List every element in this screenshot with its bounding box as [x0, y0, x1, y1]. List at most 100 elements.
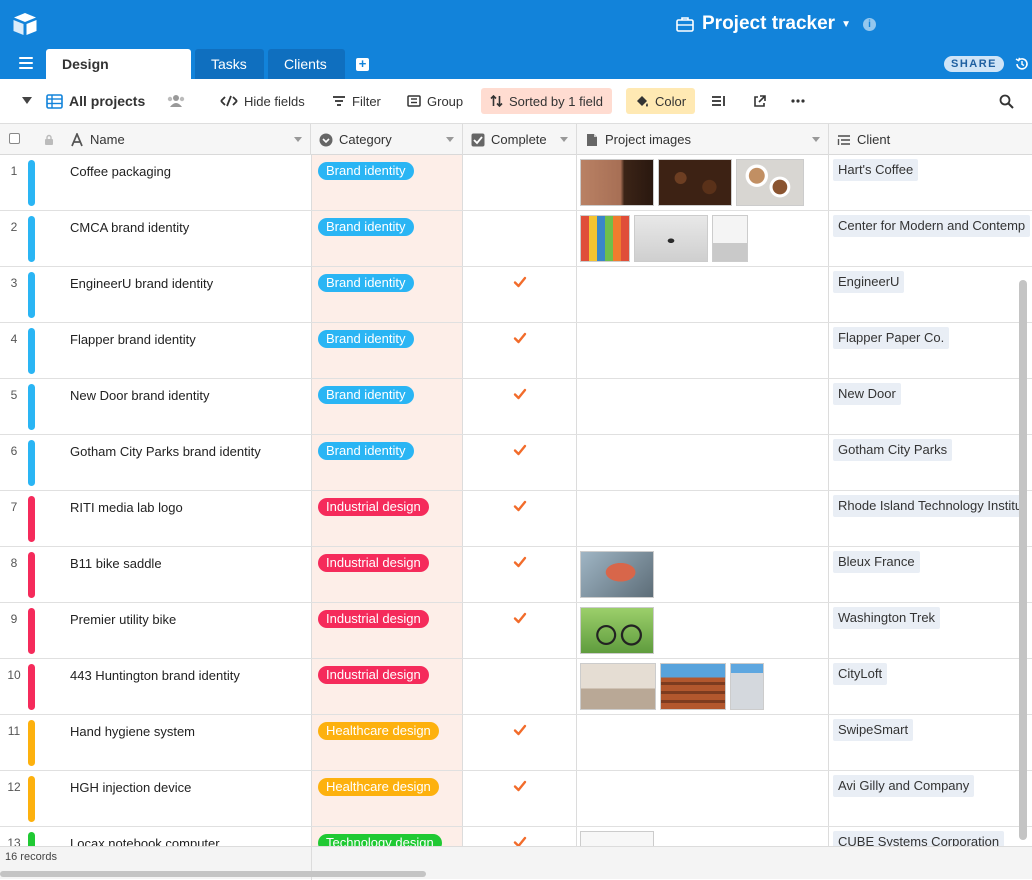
- complete-cell[interactable]: [463, 715, 577, 770]
- complete-cell[interactable]: [463, 827, 577, 846]
- client-link[interactable]: CityLoft: [833, 663, 888, 685]
- images-cell[interactable]: [577, 827, 829, 846]
- category-cell[interactable]: Brand identity: [311, 267, 463, 322]
- name-cell[interactable]: EngineerU brand identity: [70, 276, 213, 291]
- client-link[interactable]: Avi Gilly and Company: [833, 775, 975, 797]
- colorful-building-image[interactable]: [580, 215, 630, 262]
- client-link[interactable]: Center for Modern and Contemp: [833, 215, 1031, 237]
- client-cell[interactable]: Washington Trek: [829, 603, 1032, 658]
- images-cell[interactable]: [577, 323, 829, 378]
- images-cell[interactable]: [577, 491, 829, 546]
- category-cell[interactable]: Technology design: [311, 827, 463, 846]
- images-cell[interactable]: [577, 547, 829, 602]
- more-options-button[interactable]: [785, 88, 817, 114]
- table-row[interactable]: 6 Gotham City Parks brand identity Brand i…: [0, 435, 1032, 491]
- row-height-button[interactable]: [706, 88, 738, 114]
- bike-forest-image[interactable]: [580, 607, 654, 654]
- chevron-down-icon[interactable]: [812, 137, 820, 142]
- images-cell[interactable]: [577, 715, 829, 770]
- table-row[interactable]: 4 Flapper brand identity Brand identity Fla…: [0, 323, 1032, 379]
- images-cell[interactable]: [577, 659, 829, 714]
- client-link[interactable]: Flapper Paper Co.: [833, 327, 950, 349]
- hide-fields-button[interactable]: Hide fields: [214, 88, 311, 114]
- menu-icon[interactable]: [19, 57, 33, 69]
- client-link[interactable]: CUBE Systems Corporation: [833, 831, 1005, 846]
- images-cell[interactable]: [577, 771, 829, 826]
- add-table-icon[interactable]: +: [356, 57, 369, 71]
- airtable-logo-icon[interactable]: [12, 12, 38, 36]
- client-link[interactable]: Hart's Coffee: [833, 159, 919, 181]
- category-cell[interactable]: Brand identity: [311, 323, 463, 378]
- coffee-cups-image[interactable]: [736, 159, 804, 206]
- chevron-down-icon[interactable]: [446, 137, 454, 142]
- images-cell[interactable]: [577, 211, 829, 266]
- color-button[interactable]: Color: [626, 88, 696, 114]
- table-row[interactable]: 13 Locax notebook computer Technology desi…: [0, 827, 1032, 846]
- complete-cell[interactable]: [463, 379, 577, 434]
- filter-button[interactable]: Filter: [326, 88, 387, 114]
- client-cell[interactable]: Bleux France: [829, 547, 1032, 602]
- tower-building-image[interactable]: [730, 663, 764, 710]
- name-cell[interactable]: HGH injection device: [70, 780, 191, 795]
- images-cell[interactable]: [577, 155, 829, 210]
- complete-cell[interactable]: [463, 435, 577, 490]
- gallery-visitor-image[interactable]: [634, 215, 708, 262]
- client-cell[interactable]: New Door: [829, 379, 1032, 434]
- images-cell[interactable]: [577, 267, 829, 322]
- client-link[interactable]: Washington Trek: [833, 607, 941, 629]
- column-header-name[interactable]: Name: [28, 124, 311, 155]
- category-cell[interactable]: Healthcare design: [311, 715, 463, 770]
- client-cell[interactable]: EngineerU: [829, 267, 1032, 322]
- client-cell[interactable]: Hart's Coffee: [829, 155, 1032, 210]
- base-title-menu[interactable]: Project tracker ▼ i: [676, 13, 876, 35]
- table-row[interactable]: 1 Coffee packaging Brand identity Hart's Co…: [0, 155, 1032, 211]
- chevron-down-icon[interactable]: [560, 137, 568, 142]
- share-button[interactable]: SHARE: [944, 56, 1004, 72]
- name-cell[interactable]: RITI media lab logo: [70, 500, 183, 515]
- name-cell[interactable]: Premier utility bike: [70, 612, 176, 627]
- complete-cell[interactable]: [463, 659, 577, 714]
- select-all-checkbox[interactable]: [9, 133, 20, 144]
- table-row[interactable]: 7 RITI media lab logo Industrial design Rho…: [0, 491, 1032, 547]
- category-cell[interactable]: Industrial design: [311, 491, 463, 546]
- category-cell[interactable]: Brand identity: [311, 155, 463, 210]
- name-cell[interactable]: Coffee packaging: [70, 164, 171, 179]
- history-icon[interactable]: [1014, 56, 1030, 72]
- chevron-down-icon[interactable]: [294, 137, 302, 142]
- name-cell[interactable]: New Door brand identity: [70, 388, 209, 403]
- name-cell[interactable]: 443 Huntington brand identity: [70, 668, 240, 683]
- table-row[interactable]: 2 CMCA brand identity Brand identity Center…: [0, 211, 1032, 267]
- column-header-images[interactable]: Project images: [577, 124, 829, 155]
- complete-cell[interactable]: [463, 211, 577, 266]
- coffee-beans-image[interactable]: [658, 159, 732, 206]
- client-cell[interactable]: Gotham City Parks: [829, 435, 1032, 490]
- images-cell[interactable]: [577, 435, 829, 490]
- collaborators-button[interactable]: [160, 88, 198, 114]
- table-row[interactable]: 5 New Door brand identity Brand identity Ne…: [0, 379, 1032, 435]
- client-link[interactable]: Bleux France: [833, 551, 920, 573]
- name-cell[interactable]: B11 bike saddle: [70, 556, 162, 571]
- table-row[interactable]: 11 Hand hygiene system Healthcare design Sw…: [0, 715, 1032, 771]
- category-cell[interactable]: Industrial design: [311, 603, 463, 658]
- category-cell[interactable]: Industrial design: [311, 547, 463, 602]
- tab-design-projects[interactable]: Design projects▼: [46, 49, 191, 102]
- bike-saddle-image[interactable]: [580, 551, 654, 598]
- complete-cell[interactable]: [463, 491, 577, 546]
- share-view-button[interactable]: [747, 88, 778, 114]
- table-row[interactable]: 10 443 Huntington brand identity Industria…: [0, 659, 1032, 715]
- name-cell[interactable]: CMCA brand identity: [70, 220, 189, 235]
- notebook-image[interactable]: [580, 831, 654, 846]
- complete-cell[interactable]: [463, 155, 577, 210]
- complete-cell[interactable]: [463, 267, 577, 322]
- tab-clients[interactable]: Clients: [268, 49, 345, 79]
- category-cell[interactable]: Industrial design: [311, 659, 463, 714]
- images-cell[interactable]: [577, 603, 829, 658]
- complete-cell[interactable]: [463, 771, 577, 826]
- client-cell[interactable]: Flapper Paper Co.: [829, 323, 1032, 378]
- table-row[interactable]: 9 Premier utility bike Industrial design Wa…: [0, 603, 1032, 659]
- category-cell[interactable]: Brand identity: [311, 211, 463, 266]
- client-link[interactable]: Gotham City Parks: [833, 439, 953, 461]
- client-link[interactable]: EngineerU: [833, 271, 905, 293]
- client-link[interactable]: New Door: [833, 383, 901, 405]
- name-cell[interactable]: Gotham City Parks brand identity: [70, 444, 261, 459]
